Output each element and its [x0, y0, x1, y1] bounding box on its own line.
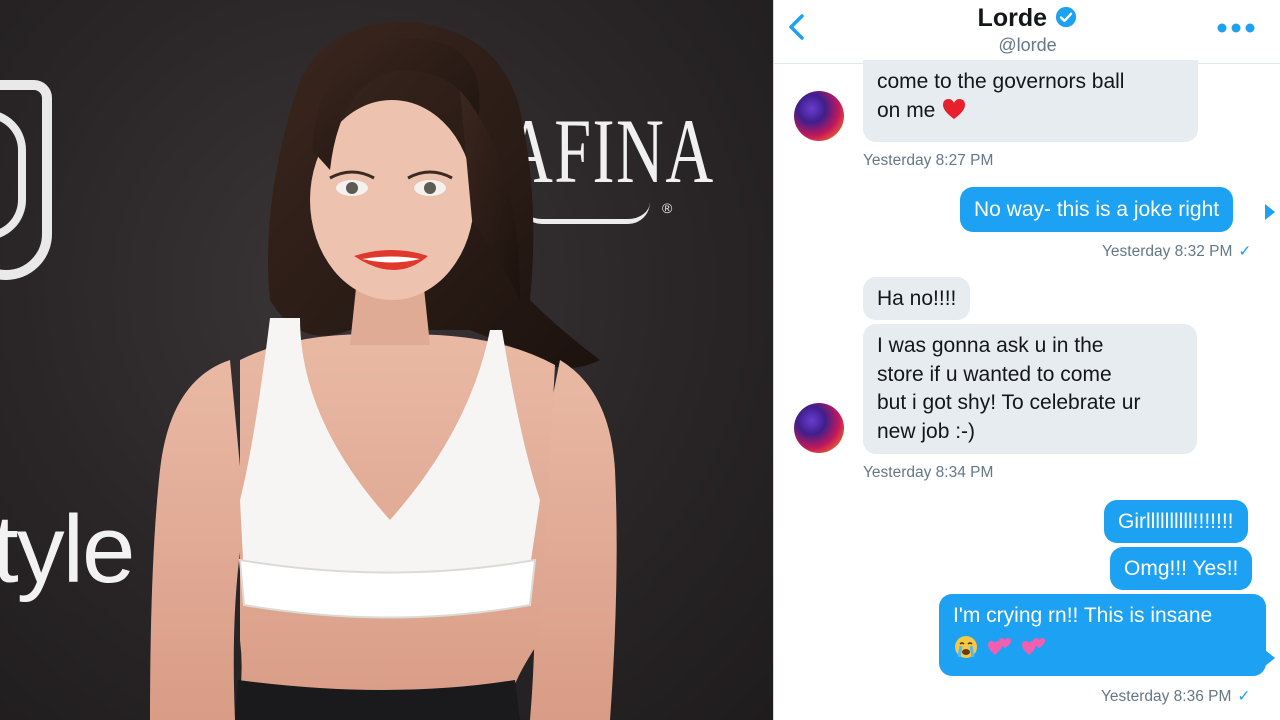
message-text-line: come to the governors ball [877, 70, 1125, 93]
dm-conversation-panel: Lorde @lorde come to the governors ball … [773, 0, 1280, 720]
conversation-header: Lorde @lorde [774, 0, 1280, 64]
person-figure [150, 21, 617, 720]
bubble-tail [1265, 204, 1275, 220]
read-checkmark-icon: ✓ [1238, 243, 1252, 260]
timestamp-text: Yesterday 8:32 PM [1102, 243, 1233, 260]
message-timestamp: Yesterday 8:27 PM [863, 152, 994, 169]
message-text-line: but i got shy! To celebrate ur [877, 391, 1141, 414]
contact-avatar[interactable] [794, 403, 844, 453]
conversation-title: Lorde [774, 4, 1280, 33]
celebrity-photo: AFINA ® tyle [0, 0, 773, 720]
more-options-icon[interactable] [1216, 20, 1256, 36]
contact-handle: @lorde [998, 35, 1057, 55]
two-hearts-icon [987, 637, 1011, 655]
contact-avatar[interactable] [794, 91, 844, 141]
message-text-line: on me [877, 97, 1184, 126]
message-bubble-outgoing[interactable]: I'm crying rn!! This is insane [939, 594, 1266, 676]
red-heart-icon [943, 98, 966, 119]
timestamp-text: Yesterday 8:36 PM [1101, 688, 1232, 705]
message-bubble-outgoing[interactable]: Girllllllllll!!!!!!! [1104, 500, 1248, 543]
message-timestamp: Yesterday 8:36 PM ✓ [1101, 687, 1250, 706]
message-bubble-outgoing[interactable]: Omg!!! Yes!! [1110, 547, 1253, 590]
bubble-tail [1265, 650, 1275, 666]
message-timestamp: Yesterday 8:32 PM ✓ [1102, 242, 1251, 261]
message-bubble-incoming[interactable]: come to the governors ball on me [863, 60, 1198, 142]
message-bubble-outgoing[interactable]: No way- this is a joke right [960, 187, 1234, 232]
read-checkmark-icon: ✓ [1237, 688, 1251, 705]
message-text-line: I'm crying rn!! This is insane [953, 604, 1213, 627]
verified-badge-icon [1056, 6, 1077, 27]
message-timestamp: Yesterday 8:34 PM [863, 464, 994, 481]
message-bubble-incoming[interactable]: Ha no!!!! [863, 277, 971, 320]
message-text-line: I was gonna ask u in the [877, 334, 1104, 357]
message-text-line: new job :-) [877, 419, 976, 443]
message-text-line: store if u wanted to come [877, 362, 1112, 386]
message-emoji-line [953, 633, 1252, 662]
contact-name: Lorde [977, 4, 1047, 32]
two-hearts-icon [1021, 637, 1045, 655]
message-bubble-incoming[interactable]: I was gonna ask u in the store if u want… [863, 324, 1197, 454]
crying-face-icon [955, 635, 977, 658]
message-text: on me [877, 98, 936, 122]
